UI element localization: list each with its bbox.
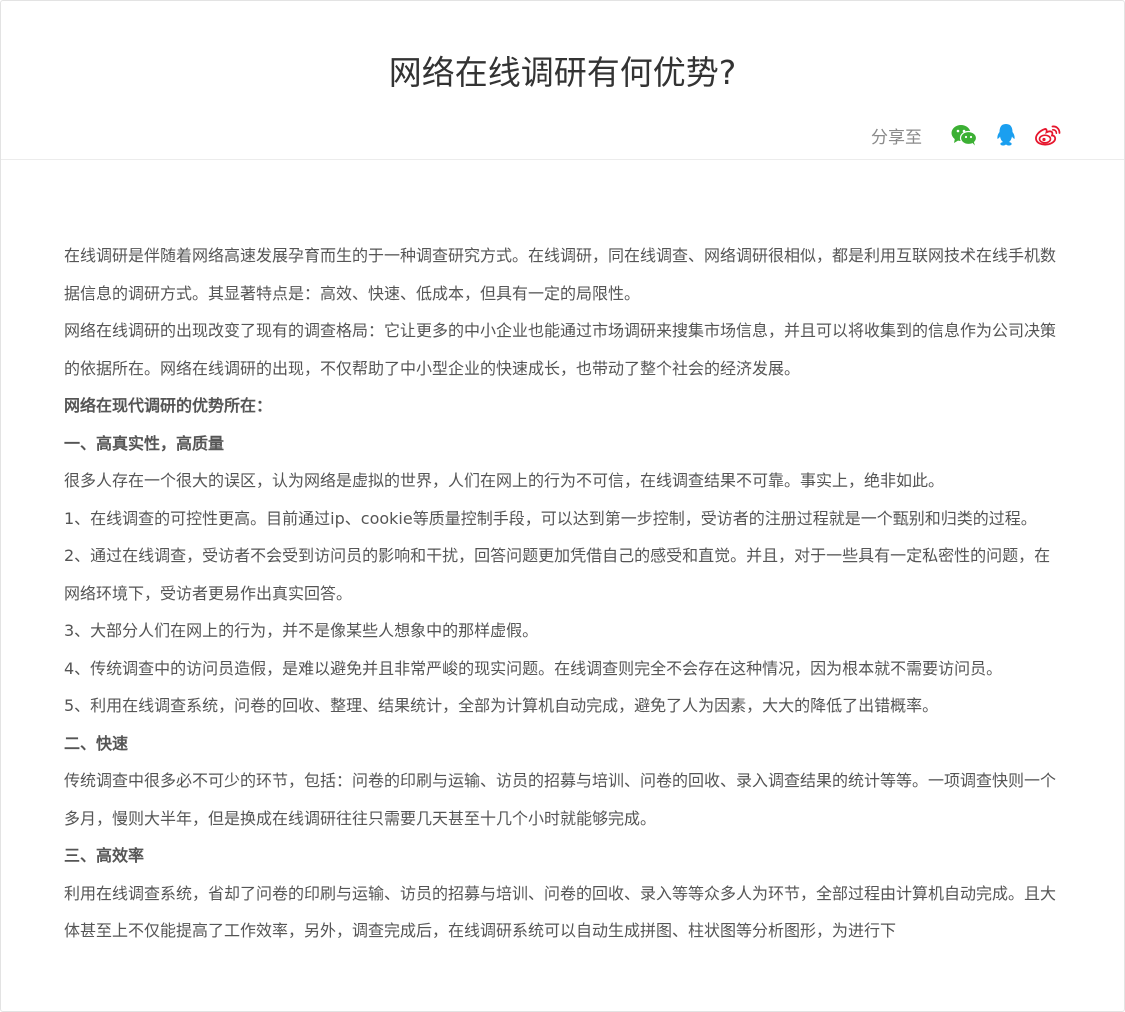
section-heading-quality: 一、高真实性，高质量 (64, 433, 225, 453)
article-header: 网络在线调研有何优势? 分享至 (1, 1, 1124, 160)
section-heading: 网络在现代调研的优势所在： (64, 396, 273, 415)
share-bar: 分享至 (871, 121, 1062, 149)
body-paragraph-speed: 传统调查中很多必不可少的环节，包括：问卷的印刷与运输、访员的招募与培训、问卷的回… (64, 771, 1057, 828)
list-item-2: 2、通过在线调查，受访者不会受到访问员的影响和干扰，回答问题更加凭借自己的感受和… (64, 546, 1051, 603)
wechat-icon[interactable] (950, 121, 978, 149)
section-heading-speed: 二、快速 (64, 733, 129, 753)
page-title: 网络在线调研有何优势? (388, 53, 737, 92)
article-card: 网络在线调研有何优势? 分享至 在线调研是伴随着网络高速发展孕育而生的于一种调查… (0, 0, 1125, 1012)
intro-paragraph: 在线调研是伴随着网络高速发展孕育而生的于一种调查研究方式。在线调研，同在线调查、… (64, 246, 1057, 303)
article-body: 在线调研是伴随着网络高速发展孕育而生的于一种调查研究方式。在线调研，同在线调查、… (64, 237, 1064, 950)
intro-paragraph-2: 网络在线调研的出现改变了现有的调查格局：它让更多的中小企业也能通过市场调研来搜集… (64, 321, 1057, 378)
list-item-5: 5、利用在线调查系统，问卷的回收、整理、结果统计，全部为计算机自动完成，避免了人… (64, 696, 939, 715)
share-label: 分享至 (871, 127, 922, 148)
section-heading-efficiency: 三、高效率 (64, 846, 145, 865)
list-item-3: 3、大部分人们在网上的行为，并不是像某些人想象中的那样虚假。 (64, 621, 539, 640)
body-paragraph-efficiency: 利用在线调查系统，省却了问卷的印刷与运输、访员的招募与培训、问卷的回收、录入等等… (64, 883, 1057, 941)
list-item-1: 1、在线调查的可控性更高。目前通过ip、cookie等质量控制手段，可以达到第一… (64, 508, 1037, 528)
list-item-4: 4、传统调查中的访问员造假，是难以避免并且非常严峻的现实问题。在线调查则完全不会… (64, 658, 1003, 678)
weibo-icon[interactable] (1034, 121, 1062, 149)
qq-icon[interactable] (992, 121, 1020, 149)
body-paragraph: 很多人存在一个很大的误区，认为网络是虚拟的世界，人们在网上的行为不可信，在线调查… (64, 471, 945, 490)
